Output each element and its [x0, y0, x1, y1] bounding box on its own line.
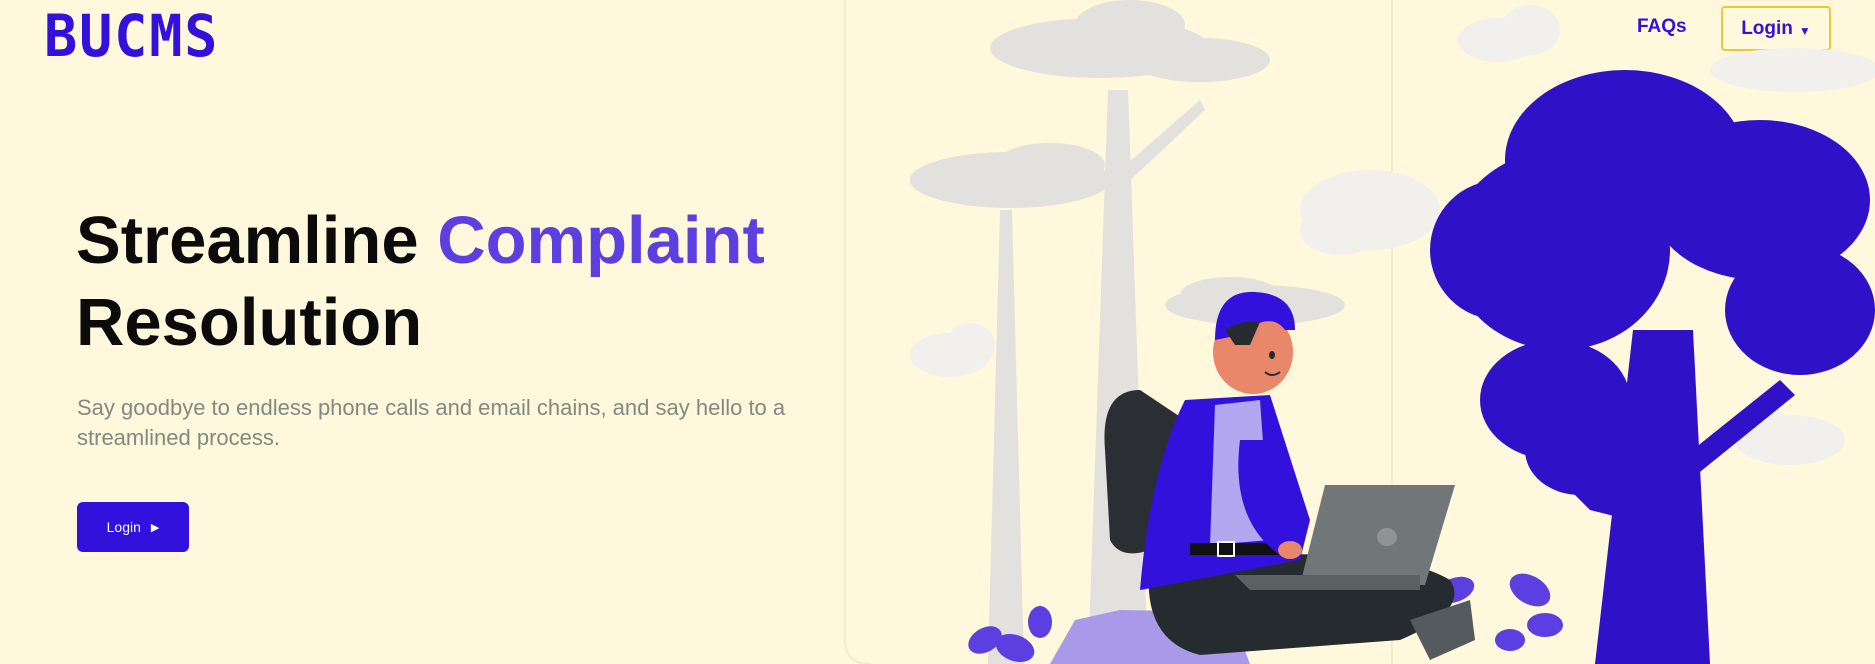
- hero-title-highlight: Complaint: [437, 203, 765, 278]
- hero-illustration-svg: [844, 0, 1875, 664]
- hero-title-part2: Resolution: [76, 285, 423, 360]
- hero-illustration: [840, 0, 1875, 664]
- person-illustration: [1104, 291, 1475, 660]
- blue-tree: [1430, 70, 1875, 664]
- caret-right-icon: ▶: [150, 521, 160, 534]
- hero-login-button[interactable]: Login ▶: [77, 502, 189, 552]
- hero-login-label: Login: [106, 519, 141, 535]
- brand-logo[interactable]: BUCMS: [44, 2, 219, 70]
- hero-subtitle: Say goodbye to endless phone calls and e…: [77, 395, 786, 450]
- hero-title-part1: Streamline: [76, 203, 438, 278]
- hero-title: Streamline Complaint Resolution: [76, 200, 765, 364]
